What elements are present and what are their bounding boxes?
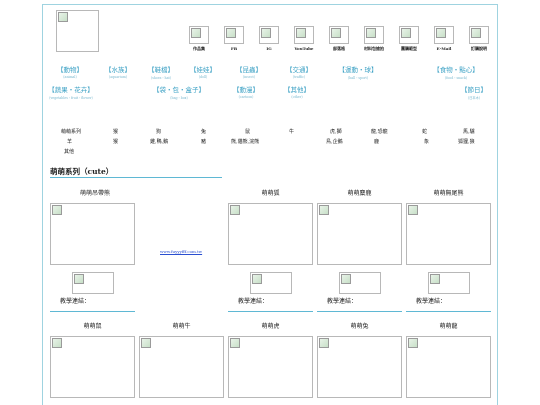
tutorial-link-label[interactable]: 教學連結： <box>238 296 268 305</box>
product-title: 萌萌兔 <box>350 323 369 330</box>
tutorial-link-label[interactable]: 教學連結： <box>327 296 357 305</box>
product-image[interactable] <box>139 336 224 398</box>
zodiac-link[interactable]: 羊 <box>67 138 72 145</box>
product-divider <box>50 311 135 312</box>
zodiac-link[interactable]: 萌萌系列 <box>61 128 81 135</box>
zodiac-link[interactable]: 蛇 <box>422 128 427 135</box>
nav-icon-image[interactable] <box>189 26 209 44</box>
zodiac-link[interactable]: 其他 <box>64 148 74 155</box>
nav-icon-label[interactable]: FB <box>214 46 254 51</box>
zodiac-link[interactable]: 雞,鴨,鵝 <box>150 138 168 145</box>
section-divider <box>50 177 222 178</box>
category-label[interactable]: 【運動・球】 <box>339 66 378 74</box>
zodiac-link[interactable]: 鳥,企鵝 <box>326 138 343 145</box>
category-label[interactable]: 【節日】 <box>461 86 487 94</box>
product-image[interactable] <box>50 203 135 265</box>
zodiac-link[interactable]: 虎,獅 <box>330 128 342 135</box>
category-link[interactable]: 【蔬果・花卉】 (vegetables・fruit・flower) <box>36 84 106 100</box>
tutorial-link-label[interactable]: 教學連結： <box>60 296 90 305</box>
category-label[interactable]: 【娃娃】 <box>190 66 216 74</box>
nav-icon-image[interactable] <box>329 26 349 44</box>
product-title: 萌萌吊帶熊 <box>79 190 110 197</box>
nav-icon-image[interactable] <box>259 26 279 44</box>
site-logo[interactable] <box>56 10 99 52</box>
product-title: 萌萌虎 <box>261 323 280 330</box>
category-link[interactable]: 【其他】 (other) <box>262 84 332 99</box>
category-label[interactable]: 【昆蟲】 <box>236 66 262 74</box>
nav-icon-label[interactable]: 作品集 <box>179 46 219 52</box>
product-divider <box>406 311 491 312</box>
product-image[interactable] <box>228 203 313 265</box>
product-title: 萌萌麋鹿 <box>347 190 372 197</box>
nav-icon-image[interactable] <box>364 26 384 44</box>
tutorial-thumbnail[interactable] <box>339 272 381 294</box>
product-image[interactable] <box>317 203 402 265</box>
nav-icon-image[interactable] <box>399 26 419 44</box>
category-sublabel: (other) <box>291 95 303 99</box>
zodiac-link[interactable]: 豬 <box>201 138 206 145</box>
tutorial-link-label[interactable]: 教學連結： <box>416 296 446 305</box>
zodiac-link[interactable]: 牛 <box>289 128 294 135</box>
zodiac-link[interactable]: 猴 <box>113 128 118 135</box>
site-link[interactable]: www.fuyyyfff.com.tw <box>160 249 202 254</box>
nav-icon-label[interactable]: 部落格 <box>319 46 359 52</box>
product-image[interactable] <box>228 336 313 398</box>
zodiac-link[interactable]: 猴 <box>113 138 118 145</box>
zodiac-link[interactable]: 龍,恐龍 <box>371 128 388 135</box>
nav-icon-image[interactable] <box>294 26 314 44</box>
category-label[interactable]: 【袋・包・盒子】 <box>153 86 205 94</box>
category-sublabel: (food・snack) <box>444 76 468 80</box>
category-link[interactable]: 【節日】 (日本木) <box>439 84 509 100</box>
category-link[interactable]: 【食物・點心】 (food・snack) <box>421 64 491 80</box>
nav-icon-label[interactable]: 材料包搶拍 <box>354 46 394 52</box>
nav-icon-image[interactable] <box>224 26 244 44</box>
product-divider <box>228 311 313 312</box>
category-sublabel: (bag・box) <box>170 96 188 100</box>
category-label[interactable]: 【蔬果・花卉】 <box>48 86 94 94</box>
nav-icon-label[interactable]: 團購範型 <box>389 46 429 52</box>
zodiac-link[interactable]: 熊,貓熊,浣熊 <box>231 138 259 145</box>
product-title: 萌萌無尾熊 <box>433 190 464 197</box>
section-title: 萌萌系列（cute） <box>50 167 114 176</box>
tutorial-thumbnail[interactable] <box>250 272 292 294</box>
zodiac-link[interactable]: 馬,驢 <box>463 128 475 135</box>
tutorial-thumbnail[interactable] <box>72 272 114 294</box>
zodiac-link[interactable]: 象 <box>424 138 429 145</box>
product-image[interactable] <box>317 336 402 398</box>
product-image[interactable] <box>406 336 491 398</box>
product-title: 萌萌鼠 <box>83 323 102 330</box>
product-title: 萌萌龍 <box>439 323 458 330</box>
product-image[interactable] <box>406 203 491 265</box>
category-label[interactable]: 【食物・點心】 <box>433 66 479 74</box>
category-link[interactable]: 【運動・球】 (ball・sport) <box>323 64 393 80</box>
category-label[interactable]: 【其他】 <box>284 86 310 94</box>
nav-icon-label[interactable]: E-Mail <box>424 46 464 51</box>
nav-icon-label[interactable]: YouTube <box>284 46 324 51</box>
category-sublabel: (日本木) <box>467 96 481 100</box>
product-title: 萌萌牛 <box>172 323 191 330</box>
product-divider <box>317 311 402 312</box>
zodiac-link[interactable]: 鹿 <box>374 138 379 145</box>
tutorial-thumbnail[interactable] <box>428 272 470 294</box>
category-sublabel: (vegetables・fruit・flower) <box>49 96 93 100</box>
nav-icon-label[interactable]: IG <box>249 46 289 51</box>
nav-icon-image[interactable] <box>469 26 489 44</box>
category-label[interactable]: 【動漫】 <box>233 86 259 94</box>
category-sublabel: (ball・sport) <box>347 76 369 80</box>
nav-icon-label[interactable]: 訂購說明 <box>459 46 499 52</box>
nav-icon-image[interactable] <box>434 26 454 44</box>
zodiac-link[interactable]: 兔 <box>201 128 206 135</box>
category-label[interactable]: 【動物】 <box>57 66 83 74</box>
zodiac-link[interactable]: 鼠 <box>245 128 250 135</box>
zodiac-link[interactable]: 狐狸,狼 <box>458 138 475 145</box>
category-link[interactable]: 【袋・包・盒子】 (bag・box) <box>144 84 214 100</box>
product-title: 萌萌狐 <box>261 190 280 197</box>
category-label[interactable]: 【交通】 <box>286 66 312 74</box>
zodiac-link[interactable]: 狗 <box>156 128 161 135</box>
product-image[interactable] <box>50 336 135 398</box>
